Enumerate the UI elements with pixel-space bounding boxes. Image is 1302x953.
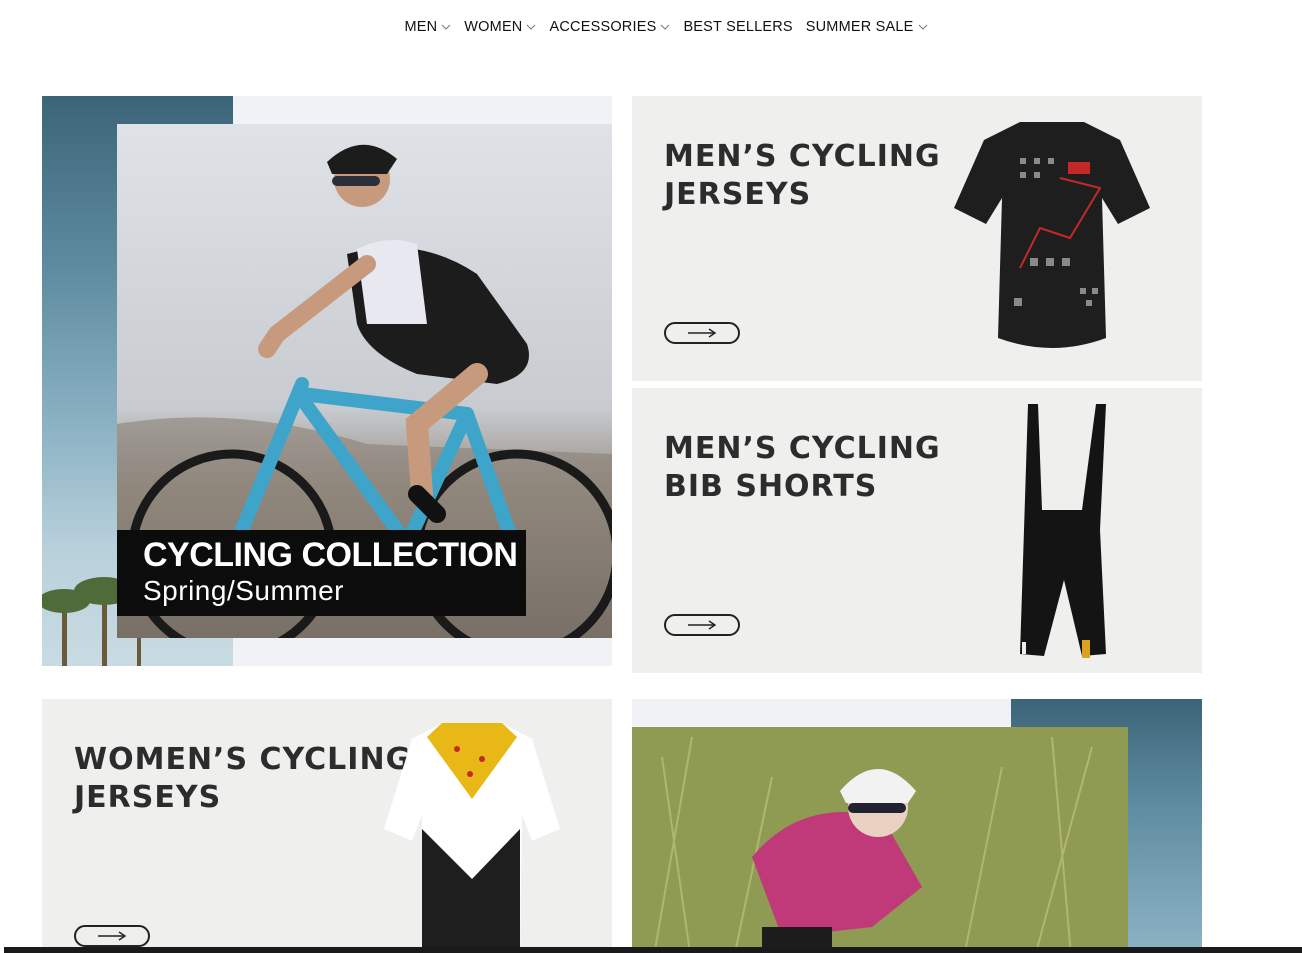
tile-title: MEN’S CYCLING BIB SHORTS — [664, 430, 941, 506]
right-arrow-icon — [688, 328, 717, 338]
chevron-down-icon — [661, 24, 670, 30]
shop-arrow-button[interactable] — [664, 614, 740, 636]
tile-title-line2: BIB SHORTS — [664, 469, 878, 504]
tile-title: WOMEN’S CYCLING JERSEYS — [74, 741, 411, 817]
shop-arrow-button[interactable] — [74, 925, 150, 947]
hero-title: CYCLING COLLECTION — [143, 536, 518, 574]
nav-best-sellers[interactable]: BEST SELLERS — [683, 19, 792, 35]
nav-men[interactable]: MEN — [404, 19, 451, 35]
tile-mens-cycling-jerseys[interactable]: MEN’S CYCLING JERSEYS — [632, 96, 1202, 381]
mens-jersey-image — [954, 122, 1150, 348]
chevron-down-icon — [441, 24, 451, 30]
hero-cycling-collection[interactable]: CYCLING COLLECTION Spring/Summer — [42, 96, 612, 666]
bottom-bar — [4, 947, 1302, 953]
nav-accessories-label: ACCESSORIES — [549, 19, 657, 35]
tile-title-line2: JERSEYS — [664, 177, 812, 212]
tile-title: MEN’S CYCLING JERSEYS — [664, 138, 941, 214]
nav-summer-sale-label: SUMMER SALE — [805, 19, 914, 35]
womens-cyclist-photo — [632, 727, 1128, 953]
nav-women-label: WOMEN — [464, 19, 523, 35]
hero-caption-box: CYCLING COLLECTION Spring/Summer — [117, 530, 526, 616]
right-arrow-icon — [98, 931, 127, 941]
tile-title-line1: MEN’S CYCLING — [664, 431, 941, 466]
tile-title-line1: WOMEN’S CYCLING — [74, 742, 412, 777]
womens-jersey-image — [384, 723, 560, 953]
tile-mens-cycling-bib-shorts[interactable]: MEN’S CYCLING BIB SHORTS — [632, 388, 1202, 673]
nav-best-sellers-label: BEST SELLERS — [683, 19, 793, 35]
hero-subtitle: Spring/Summer — [143, 575, 345, 606]
nav-accessories[interactable]: ACCESSORIES — [549, 19, 670, 35]
chevron-down-icon — [918, 24, 927, 30]
tile-womens-cycling-jerseys[interactable]: WOMEN’S CYCLING JERSEYS — [42, 699, 612, 953]
main-nav: MEN WOMEN ACCESSORIES BEST SELLERS SUMME… — [0, 0, 1302, 54]
nav-summer-sale[interactable]: SUMMER SALE — [806, 19, 928, 35]
tile-title-line2: JERSEYS — [74, 780, 222, 815]
shop-arrow-button[interactable] — [664, 322, 740, 344]
tile-title-line1: MEN’S CYCLING — [664, 139, 941, 174]
tile-womens-cyclist-photo[interactable] — [632, 699, 1202, 953]
bib-shorts-image — [1020, 404, 1106, 658]
nav-men-label: MEN — [404, 19, 438, 35]
right-arrow-icon — [688, 620, 717, 630]
nav-women[interactable]: WOMEN — [464, 19, 536, 35]
chevron-down-icon — [527, 24, 536, 30]
